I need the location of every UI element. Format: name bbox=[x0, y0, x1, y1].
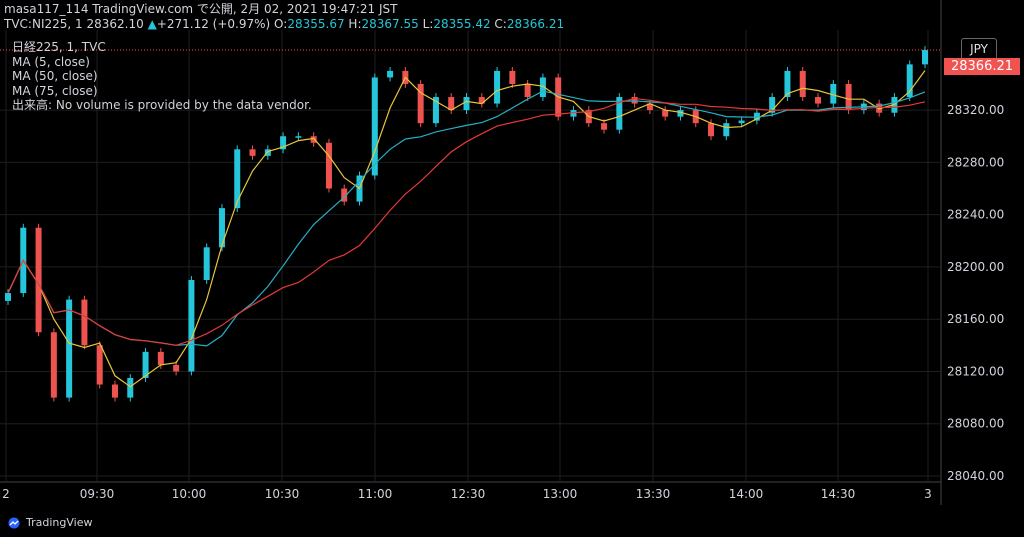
candle-body bbox=[188, 279, 195, 372]
ma5-line bbox=[7, 70, 926, 388]
candle-body bbox=[50, 332, 57, 398]
candle-body bbox=[66, 299, 73, 398]
ma75-line bbox=[7, 97, 926, 346]
x-tick-label: 13:00 bbox=[543, 487, 578, 501]
candle-body bbox=[524, 83, 531, 98]
legend-ma5[interactable]: MA (5, close) bbox=[12, 55, 312, 70]
y-tick-label: 28280.00 bbox=[947, 155, 1004, 169]
footer-brand: TradingView bbox=[26, 516, 93, 529]
candle-body bbox=[387, 70, 394, 78]
candle-body bbox=[509, 70, 516, 84]
currency-button[interactable]: JPY bbox=[961, 38, 997, 60]
x-tick-label: 10:00 bbox=[172, 487, 207, 501]
x-tick-label: 13:30 bbox=[636, 487, 671, 501]
candle-body bbox=[371, 77, 378, 176]
indicator-legend: 日経225, 1, TVC MA (5, close) MA (50, clos… bbox=[12, 40, 312, 113]
x-tick-label: 10:30 bbox=[265, 487, 300, 501]
candle-body bbox=[81, 299, 88, 346]
candle-body bbox=[203, 247, 210, 280]
legend-volume[interactable]: 出来高: No volume is provided by the data v… bbox=[12, 98, 312, 113]
candle-body bbox=[325, 142, 332, 189]
candle-body bbox=[815, 97, 822, 104]
candle-body bbox=[738, 120, 745, 124]
candle-body bbox=[463, 97, 470, 111]
candle-body bbox=[448, 97, 455, 111]
candle-body bbox=[922, 50, 928, 65]
legend-ma50[interactable]: MA (50, close) bbox=[12, 69, 312, 84]
candle-body bbox=[708, 123, 715, 137]
candle-body bbox=[218, 208, 225, 248]
candle-body bbox=[799, 70, 806, 98]
candle-body bbox=[5, 293, 11, 301]
candle-body bbox=[234, 149, 241, 209]
legend-ma75[interactable]: MA (75, close) bbox=[12, 84, 312, 99]
candle-body bbox=[845, 83, 852, 111]
y-tick-label: 28240.00 bbox=[947, 208, 1004, 222]
y-tick-label: 28320.00 bbox=[947, 103, 1004, 117]
candle-body bbox=[723, 123, 730, 137]
y-tick-label: 28040.00 bbox=[947, 469, 1004, 483]
footer: TradingView bbox=[6, 516, 92, 529]
legend-title[interactable]: 日経225, 1, TVC bbox=[12, 40, 312, 55]
candle-body bbox=[601, 123, 608, 130]
y-tick-label: 28200.00 bbox=[947, 260, 1004, 274]
y-tick-label: 28080.00 bbox=[947, 417, 1004, 431]
tradingview-logo-icon bbox=[8, 517, 20, 528]
candle-body bbox=[157, 351, 164, 365]
x-tick-label: 3 bbox=[924, 487, 932, 501]
candle-body bbox=[662, 110, 669, 117]
y-tick-label: 28120.00 bbox=[947, 364, 1004, 378]
y-tick-label: 28160.00 bbox=[947, 312, 1004, 326]
x-tick-label: 09:30 bbox=[80, 487, 115, 501]
candle-body bbox=[96, 345, 103, 385]
x-tick-label: 11:00 bbox=[358, 487, 393, 501]
candle-body bbox=[111, 384, 118, 398]
last-price-badge: 28366.21 bbox=[944, 58, 1020, 75]
x-tick-label: 12:30 bbox=[451, 487, 486, 501]
candle-body bbox=[173, 364, 180, 372]
x-tick-label: 14:30 bbox=[821, 487, 856, 501]
candle-body bbox=[127, 377, 134, 398]
candle-body bbox=[249, 149, 256, 156]
candle-body bbox=[295, 136, 302, 138]
x-tick-label: 14:00 bbox=[729, 487, 764, 501]
candle-body bbox=[310, 136, 317, 143]
candle-body bbox=[494, 70, 501, 104]
ma50-line bbox=[7, 90, 926, 347]
x-tick-label: 2 bbox=[2, 487, 10, 501]
